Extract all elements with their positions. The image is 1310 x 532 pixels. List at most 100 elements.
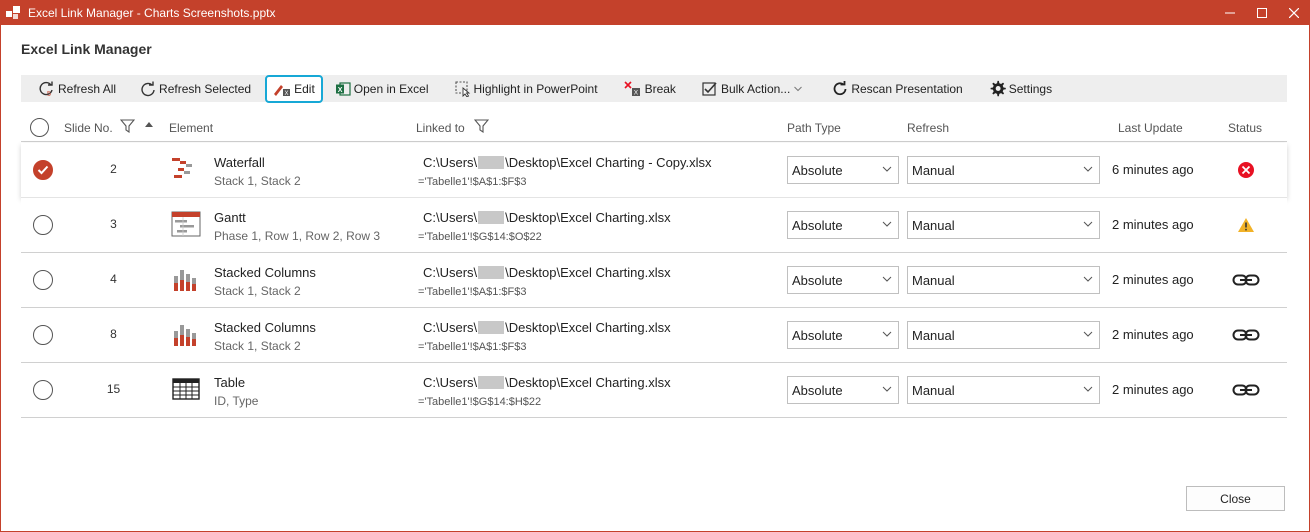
linked-file-path[interactable]: C:\Users\ \Desktop\Excel Charting.xlsx [423,375,671,390]
app-icon [4,4,22,22]
rescan-presentation-button[interactable]: Rescan Presentation [826,77,968,101]
highlight-icon [454,80,470,97]
row-select-radio[interactable] [33,270,53,290]
bulk-checklist-icon [702,81,717,96]
row-select-radio[interactable] [33,160,53,180]
error-icon[interactable] [1231,159,1261,181]
refresh-all-icon: 5 [39,81,53,97]
element-name: Stacked Columns [214,265,316,280]
highlight-in-powerpoint-button[interactable]: Highlight in PowerPoint [449,77,604,101]
close-window-button[interactable] [1278,0,1310,25]
gantt-chart-icon [171,210,201,238]
dialog-heading: Excel Link Manager [21,41,152,57]
chevron-down-icon [1083,276,1093,282]
close-button[interactable]: Close [1186,486,1285,511]
chevron-down-icon [882,166,892,172]
path-type-dropdown[interactable]: Absolute [787,321,899,349]
svg-text:X: X [633,89,638,96]
waterfall-chart-icon [171,155,201,183]
refresh-selected-button[interactable]: Refresh Selected [134,77,257,101]
element-series: Stack 1, Stack 2 [214,339,301,353]
path-type-dropdown[interactable]: Absolute [787,266,899,294]
row-select-radio[interactable] [33,380,53,400]
row-select-radio[interactable] [33,215,53,235]
path-prefix: C:\Users\ [423,265,478,280]
refresh-all-button[interactable]: 5 Refresh All [33,77,122,101]
table-row[interactable]: 4 Stacked Columns Stack 1, Stack 2 C:\Users… [21,253,1287,308]
refresh-mode-dropdown[interactable]: Manual [907,376,1100,404]
minimize-button[interactable] [1214,0,1246,25]
path-type-value: Absolute [792,162,843,178]
settings-button[interactable]: Settings [983,77,1058,101]
refresh-mode-value: Manual [912,162,955,178]
path-type-dropdown[interactable]: Absolute [787,156,899,184]
edit-label: Edit [294,81,315,96]
svg-text:5: 5 [47,91,51,97]
path-prefix: C:\Users\ [423,155,478,170]
sort-ascending-icon[interactable] [144,119,154,134]
path-type-value: Absolute [792,217,843,233]
row-select-radio[interactable] [33,325,53,345]
column-status[interactable]: Status [1228,121,1262,135]
last-update: 2 minutes ago [1112,272,1194,287]
bulk-actions-button[interactable]: Bulk Action... [696,77,812,101]
edit-button[interactable]: X Edit [265,74,323,103]
chevron-down-icon [1083,221,1093,227]
link-icon[interactable] [1231,379,1261,401]
column-last-update[interactable]: Last Update [1118,121,1183,135]
path-type-dropdown[interactable]: Absolute [787,376,899,404]
filter-icon[interactable] [119,119,136,136]
redacted-username [478,376,505,389]
open-in-excel-button[interactable]: X Open in Excel [329,77,435,101]
chevron-down-icon [882,331,892,337]
column-slide-no[interactable]: Slide No. [64,121,113,135]
column-linked-to[interactable]: Linked to [416,121,465,135]
element-series: Stack 1, Stack 2 [214,174,301,188]
linked-range: ='Tabelle1'!$A$1:$F$3 [418,286,527,298]
slide-number: 3 [110,217,117,231]
linked-file-path[interactable]: C:\Users\ \Desktop\Excel Charting.xlsx [423,320,671,335]
link-icon[interactable] [1231,324,1261,346]
link-icon[interactable] [1231,269,1261,291]
redacted-username [478,156,505,169]
path-suffix: \Desktop\Excel Charting - Copy.xlsx [505,155,712,170]
refresh-mode-value: Manual [912,272,955,288]
table-row[interactable]: 3 Gantt Phase 1, Row 1, Row 2, Row 3 C:\Use… [21,198,1287,253]
svg-text:X: X [338,87,343,94]
table-row[interactable]: 2 Waterfall Stack 1, Stack 2 C:\Users\ \Desk… [21,143,1287,198]
redacted-username [478,266,505,279]
maximize-button[interactable] [1246,0,1278,25]
linked-file-path[interactable]: C:\Users\ \Desktop\Excel Charting.xlsx [423,265,671,280]
linked-range: ='Tabelle1'!$G$14:$O$22 [418,231,542,243]
toolbar: 5 Refresh All Refresh Selected X Edit X … [21,74,1287,103]
element-name: Stacked Columns [214,320,316,335]
slide-number: 4 [110,272,117,286]
path-type-value: Absolute [792,327,843,343]
slide-number: 15 [106,382,121,396]
linked-file-path[interactable]: C:\Users\ \Desktop\Excel Charting.xlsx [423,210,671,225]
rescan-icon [833,80,847,95]
table-row[interactable]: 15 Table ID, Type C:\Users\ \Desktop\Excel C… [21,363,1287,418]
edit-icon: X [274,84,291,97]
refresh-mode-dropdown[interactable]: Manual [907,266,1100,294]
refresh-icon [141,81,155,96]
filter-icon[interactable] [473,119,490,136]
path-prefix: C:\Users\ [423,210,478,225]
column-refresh[interactable]: Refresh [907,121,949,135]
path-type-dropdown[interactable]: Absolute [787,211,899,239]
warning-icon[interactable] [1231,214,1261,236]
column-path-type[interactable]: Path Type [787,121,841,135]
linked-file-path[interactable]: C:\Users\ \Desktop\Excel Charting - Copy.… [423,155,712,170]
checkmark-icon [37,165,49,175]
refresh-mode-value: Manual [912,217,955,233]
path-type-value: Absolute [792,382,843,398]
refresh-mode-dropdown[interactable]: Manual [907,211,1100,239]
refresh-mode-dropdown[interactable]: Manual [907,321,1100,349]
table-row[interactable]: 8 Stacked Columns Stack 1, Stack 2 C:\Users… [21,308,1287,363]
break-label: Break [644,81,676,96]
chevron-down-icon [882,276,892,282]
break-button[interactable]: X Break [618,77,682,101]
refresh-mode-dropdown[interactable]: Manual [907,156,1100,184]
column-element[interactable]: Element [169,121,213,135]
select-all-checkbox[interactable] [30,118,49,137]
